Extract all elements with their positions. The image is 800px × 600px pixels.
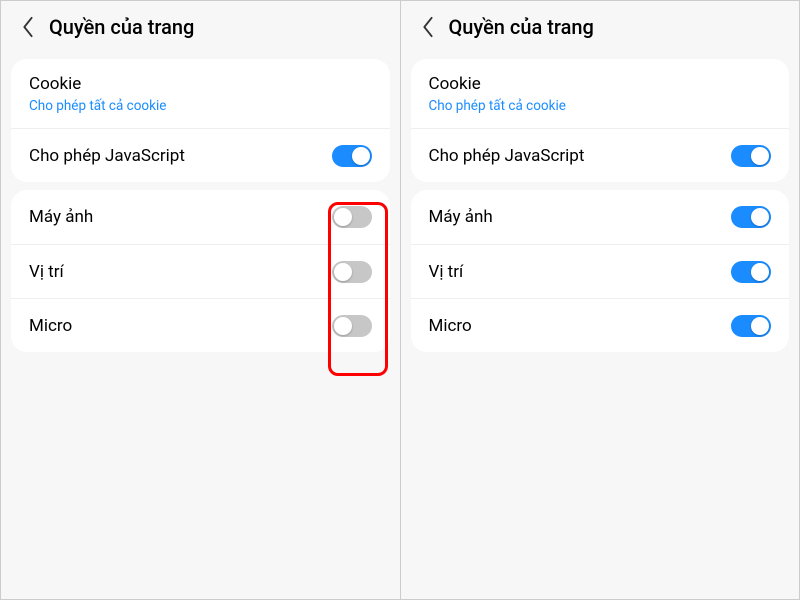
toggle-knob xyxy=(751,317,769,335)
location-toggle[interactable] xyxy=(332,261,372,283)
chevron-left-icon xyxy=(421,16,435,38)
toggle-knob xyxy=(751,263,769,281)
location-label: Vị trí xyxy=(29,261,64,283)
camera-toggle[interactable] xyxy=(332,206,372,228)
toggle-knob xyxy=(751,147,769,165)
location-toggle[interactable] xyxy=(731,261,771,283)
card-permissions: Máy ảnh Vị trí Micro xyxy=(11,190,390,352)
row-cookie[interactable]: Cookie Cho phép tất cả cookie xyxy=(11,59,390,128)
row-javascript[interactable]: Cho phép JavaScript xyxy=(11,128,390,182)
camera-toggle[interactable] xyxy=(731,206,771,228)
page-title: Quyền của trang xyxy=(449,15,594,39)
toggle-knob xyxy=(334,317,352,335)
row-location[interactable]: Vị trí xyxy=(411,244,790,298)
toggle-knob xyxy=(751,208,769,226)
card-general: Cookie Cho phép tất cả cookie Cho phép J… xyxy=(411,59,790,182)
cookie-sub: Cho phép tất cả cookie xyxy=(429,98,566,114)
card-permissions: Máy ảnh Vị trí Micro xyxy=(411,190,790,352)
back-button[interactable] xyxy=(17,16,39,38)
micro-label: Micro xyxy=(29,315,72,337)
toggle-knob xyxy=(334,263,352,281)
page-title: Quyền của trang xyxy=(49,15,194,39)
cookie-sub: Cho phép tất cả cookie xyxy=(29,98,166,114)
row-camera[interactable]: Máy ảnh xyxy=(411,190,790,244)
camera-label: Máy ảnh xyxy=(29,206,93,228)
row-micro[interactable]: Micro xyxy=(11,298,390,352)
toggle-knob xyxy=(334,208,352,226)
header: Quyền của trang xyxy=(1,1,400,51)
row-javascript[interactable]: Cho phép JavaScript xyxy=(411,128,790,182)
left-screen: Quyền của trang Cookie Cho phép tất cả c… xyxy=(1,1,400,599)
micro-label: Micro xyxy=(429,315,472,337)
card-general: Cookie Cho phép tất cả cookie Cho phép J… xyxy=(11,59,390,182)
row-cookie[interactable]: Cookie Cho phép tất cả cookie xyxy=(411,59,790,128)
toggle-knob xyxy=(352,147,370,165)
micro-toggle[interactable] xyxy=(731,315,771,337)
javascript-toggle[interactable] xyxy=(731,145,771,167)
right-screen: Quyền của trang Cookie Cho phép tất cả c… xyxy=(401,1,800,599)
micro-toggle[interactable] xyxy=(332,315,372,337)
row-micro[interactable]: Micro xyxy=(411,298,790,352)
cookie-label: Cookie xyxy=(429,73,566,95)
location-label: Vị trí xyxy=(429,261,464,283)
header: Quyền của trang xyxy=(401,1,800,51)
back-button[interactable] xyxy=(417,16,439,38)
row-location[interactable]: Vị trí xyxy=(11,244,390,298)
cookie-label: Cookie xyxy=(29,73,166,95)
chevron-left-icon xyxy=(21,16,35,38)
javascript-toggle[interactable] xyxy=(332,145,372,167)
javascript-label: Cho phép JavaScript xyxy=(429,145,585,167)
row-camera[interactable]: Máy ảnh xyxy=(11,190,390,244)
camera-label: Máy ảnh xyxy=(429,206,493,228)
javascript-label: Cho phép JavaScript xyxy=(29,145,185,167)
